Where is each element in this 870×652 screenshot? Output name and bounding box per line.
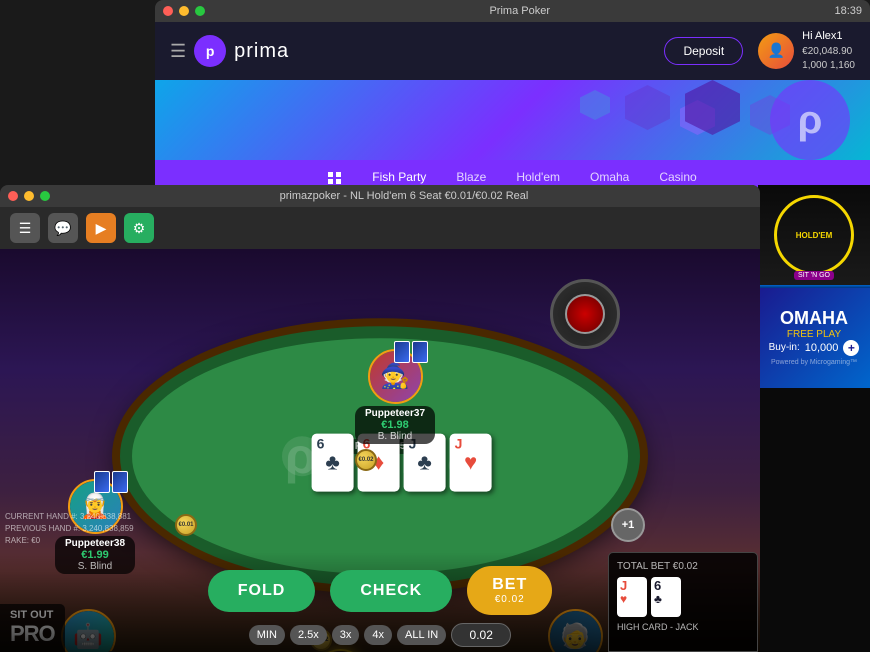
browser-time: 18:39 bbox=[834, 5, 862, 17]
hole-card-1-suit: ♥ bbox=[620, 592, 627, 606]
min-button[interactable]: MIN bbox=[249, 625, 285, 645]
chip-left: €0.01 bbox=[175, 514, 197, 536]
fold-button[interactable]: FOLD bbox=[208, 570, 316, 612]
right-panel-bottom bbox=[758, 388, 870, 652]
omaha-title: OMAHA bbox=[780, 308, 848, 329]
allin-button[interactable]: ALL IN bbox=[397, 625, 446, 645]
player-left-cards bbox=[94, 471, 128, 493]
prima-p-logo-banner: ρ bbox=[770, 80, 850, 160]
poker-window-title: primazpoker - NL Hold'em 6 Seat €0.01/€0… bbox=[56, 190, 752, 202]
balance: €20,048.90 bbox=[802, 45, 855, 59]
poker-maximize-icon[interactable] bbox=[40, 191, 50, 201]
hold-em-badge: HOLD'EM SIT 'N GO bbox=[774, 195, 854, 275]
hole-card-2-rank: 6 bbox=[654, 579, 661, 592]
poker-minimize-icon[interactable] bbox=[24, 191, 34, 201]
banner-hexagons bbox=[155, 80, 870, 160]
community-card-4: J ♥ bbox=[450, 433, 492, 491]
hand-info: CURRENT HAND #: 3,240,838,881 PREVIOUS H… bbox=[5, 511, 134, 547]
prima-banner: ρ bbox=[155, 80, 870, 160]
check-button[interactable]: CHECK bbox=[330, 570, 452, 612]
plus-one-badge: +1 bbox=[611, 508, 645, 542]
close-icon[interactable] bbox=[163, 6, 173, 16]
play-button[interactable]: ▶ bbox=[86, 213, 116, 243]
free-play-label: FREE PLAY bbox=[787, 329, 841, 340]
browser-title: Prima Poker bbox=[211, 5, 828, 17]
rake: RAKE: €0 bbox=[5, 535, 134, 547]
right-panel: HOLD'EM SIT 'N GO OMAHA FREE PLAY Buy-in… bbox=[758, 185, 870, 652]
menu-button[interactable]: ☰ bbox=[10, 213, 40, 243]
hex-5 bbox=[580, 90, 610, 120]
settings-button[interactable]: ⚙ bbox=[124, 213, 154, 243]
holdem-label: HOLD'EM bbox=[796, 231, 833, 240]
buyin-plus-button[interactable]: + bbox=[843, 340, 859, 356]
buyin-info: Buy-in: 10,000 + bbox=[769, 340, 860, 356]
chat-button[interactable]: 💬 bbox=[48, 213, 78, 243]
player-name-top: Puppeteer37 bbox=[363, 408, 427, 419]
poker-close-icon[interactable] bbox=[8, 191, 18, 201]
player-stack-top: €1.98 bbox=[363, 419, 427, 431]
prima-logo-text: prima bbox=[234, 40, 289, 63]
prima-logo: ☰ p prima bbox=[170, 35, 289, 67]
browser-titlebar: Prima Poker 18:39 bbox=[155, 0, 870, 22]
user-info: 👤 Hi Alex1 €20,048.90 1,000 1,160 bbox=[758, 29, 855, 72]
mult-25x-button[interactable]: 2.5x bbox=[290, 625, 327, 645]
minimize-icon[interactable] bbox=[179, 6, 189, 16]
omaha-panel: OMAHA FREE PLAY Buy-in: 10,000 + Powered… bbox=[758, 288, 870, 388]
user-details: Hi Alex1 €20,048.90 1,000 1,160 bbox=[802, 29, 855, 72]
grid-nav-icon[interactable] bbox=[328, 172, 342, 184]
microgaming-label: Powered by Microgaming™ bbox=[766, 356, 862, 369]
deposit-button[interactable]: Deposit bbox=[664, 37, 743, 65]
avatar: 👤 bbox=[758, 33, 794, 69]
mult-4x-button[interactable]: 4x bbox=[364, 625, 392, 645]
player-seat-top: 🧙 Puppeteer37 €1.98 B. Blind bbox=[355, 349, 435, 444]
bet-label: BET bbox=[492, 576, 527, 594]
points: 1,000 1,160 bbox=[802, 59, 855, 73]
buyin-label: Buy-in: bbox=[769, 342, 800, 353]
bet-input[interactable] bbox=[451, 623, 511, 647]
bet-button[interactable]: BET €0.02 bbox=[467, 566, 552, 615]
current-hand: CURRENT HAND #: 3,240,838,881 bbox=[5, 511, 134, 523]
prima-header: ☰ p prima Deposit 👤 Hi Alex1 €20,048.90 … bbox=[155, 22, 870, 80]
hole-card-2-suit: ♣ bbox=[654, 592, 662, 606]
poker-toolbar: ☰ 💬 ▶ ⚙ bbox=[0, 207, 760, 249]
hamburger-menu-icon[interactable]: ☰ bbox=[170, 41, 186, 62]
maximize-icon[interactable] bbox=[195, 6, 205, 16]
bet-amount: €0.02 bbox=[495, 594, 525, 605]
mult-3x-button[interactable]: 3x bbox=[332, 625, 360, 645]
total-bet-panel: TOTAL BET €0.02 J ♥ 6 ♣ HIGH CARD - JACK bbox=[608, 552, 758, 652]
hole-card-1: J ♥ bbox=[617, 577, 647, 617]
community-card-1: 6 ♣ bbox=[312, 433, 354, 491]
player-info-top: Puppeteer37 €1.98 B. Blind bbox=[355, 406, 435, 444]
right-banner-top: HOLD'EM SIT 'N GO bbox=[758, 185, 870, 285]
chip-top: €0.02 bbox=[355, 449, 377, 471]
dartboard-decoration bbox=[550, 279, 620, 349]
sitgo-label: SIT 'N GO bbox=[794, 271, 834, 280]
prima-logo-icon: p bbox=[194, 35, 226, 67]
hole-card-1-rank: J bbox=[620, 579, 627, 592]
hole-cards: J ♥ 6 ♣ bbox=[617, 577, 749, 617]
player-action-top: B. Blind bbox=[363, 431, 427, 442]
poker-titlebar: primazpoker - NL Hold'em 6 Seat €0.01/€0… bbox=[0, 185, 760, 207]
buyin-amount: 10,000 bbox=[805, 342, 839, 354]
player-top-cards bbox=[394, 341, 428, 363]
hex-1 bbox=[625, 85, 670, 130]
previous-hand: PREVIOUS HAND #: 3,240,838,859 bbox=[5, 523, 134, 535]
hole-card-2: 6 ♣ bbox=[651, 577, 681, 617]
user-name: Hi Alex1 bbox=[802, 29, 855, 44]
total-bet-label: TOTAL BET €0.02 bbox=[617, 561, 749, 572]
high-card-label: HIGH CARD - JACK bbox=[617, 622, 749, 632]
